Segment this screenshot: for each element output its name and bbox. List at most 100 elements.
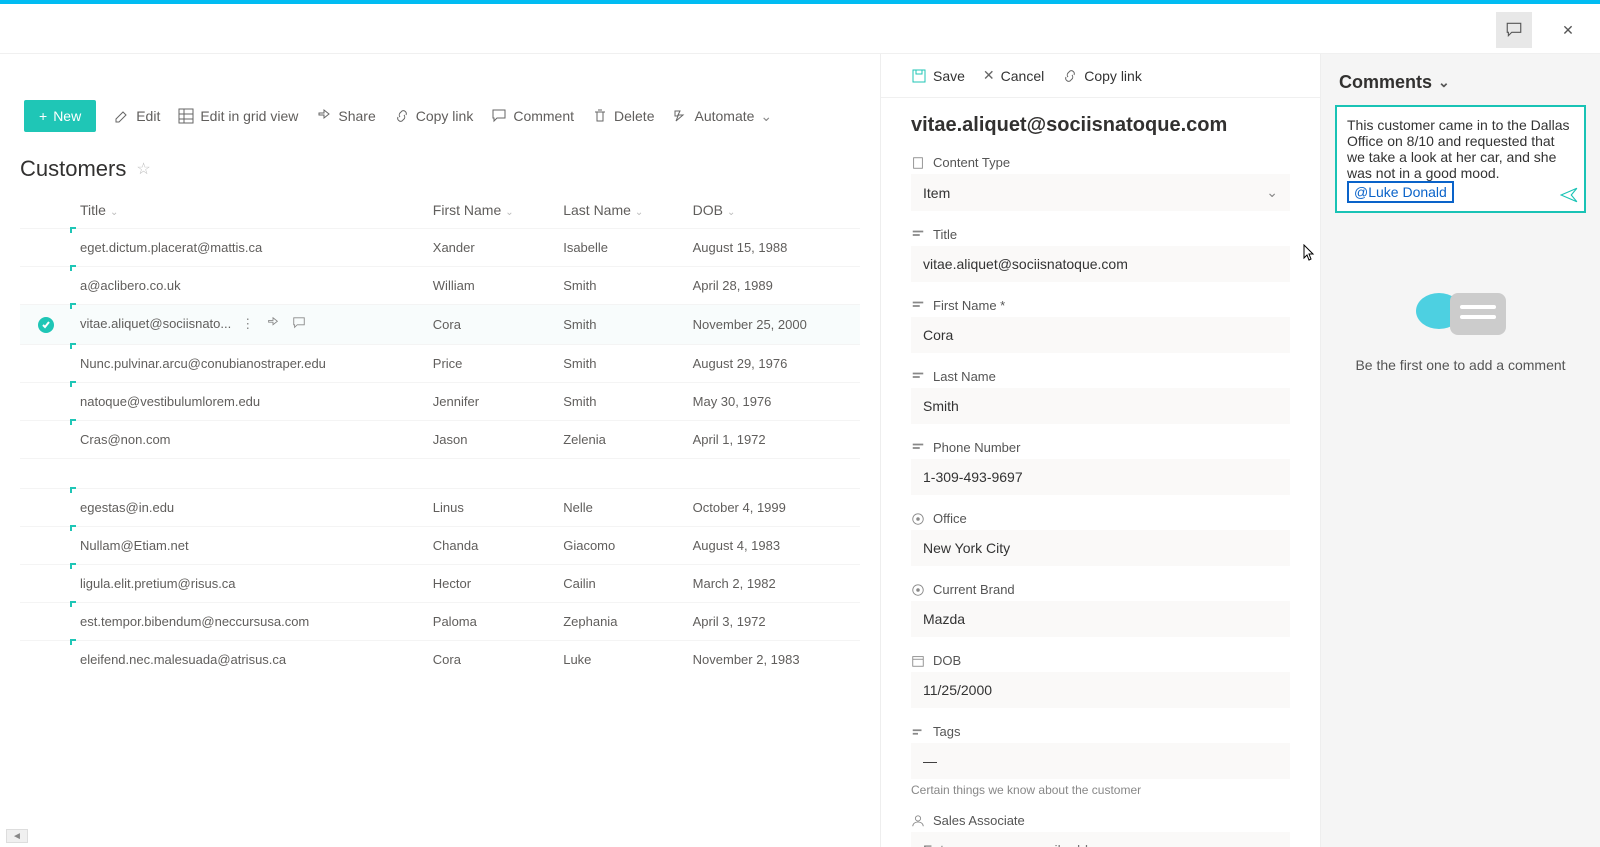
last-name-input[interactable] <box>911 388 1290 424</box>
hscroll-left-button[interactable]: ◄ <box>6 829 28 843</box>
comments-toggle-button[interactable] <box>1496 12 1532 48</box>
share-label: Share <box>338 108 375 124</box>
command-bar: + New Edit Edit in grid view Share Copy … <box>20 94 860 138</box>
copylink-panel-button[interactable]: Copy link <box>1062 68 1142 84</box>
tags-icon <box>911 725 925 739</box>
col-last[interactable]: Last Name⌄ <box>555 188 684 229</box>
table-row[interactable]: egestas@in.eduLinusNelleOctober 4, 1999 <box>20 489 860 527</box>
col-first[interactable]: First Name⌄ <box>425 188 555 229</box>
comment-input[interactable]: This customer came in to the Dallas Offi… <box>1335 105 1586 213</box>
comments-heading: Comments ⌄ <box>1339 72 1450 93</box>
text-icon <box>911 370 925 384</box>
calendar-icon <box>911 654 925 668</box>
new-indicator-icon <box>70 303 76 309</box>
new-indicator-icon <box>70 381 76 387</box>
grid-icon <box>178 108 194 124</box>
table-row[interactable]: eleifend.nec.malesuada@atrisus.caCoraLuk… <box>20 641 860 679</box>
title-input[interactable] <box>911 246 1290 282</box>
copylink-panel-label: Copy link <box>1084 68 1142 84</box>
phone-input[interactable] <box>911 459 1290 495</box>
text-icon <box>911 228 925 242</box>
new-indicator-icon <box>70 601 76 607</box>
new-indicator-icon <box>70 343 76 349</box>
delete-button[interactable]: Delete <box>592 108 654 124</box>
chevron-down-icon: ⌄ <box>635 207 643 218</box>
comment-label: Comment <box>513 108 574 124</box>
content-type-select[interactable]: Item ⌄ <box>911 174 1290 211</box>
assoc-input[interactable] <box>911 832 1290 847</box>
select-all-col[interactable] <box>20 188 72 229</box>
chevron-down-icon: ⌄ <box>505 207 513 218</box>
more-icon[interactable]: ⋮ <box>241 316 254 333</box>
choice-icon <box>911 512 925 526</box>
share-button[interactable]: Share <box>316 108 375 124</box>
edit-button[interactable]: Edit <box>114 108 160 124</box>
detail-panel: Save ✕ Cancel Copy link vitae.aliquet@so… <box>880 54 1320 847</box>
send-icon <box>1560 186 1578 204</box>
empty-text: Be the first one to add a comment <box>1355 357 1565 373</box>
new-indicator-icon <box>70 487 76 493</box>
table-row[interactable]: a@aclibero.co.ukWilliamSmithApril 28, 19… <box>20 267 860 305</box>
person-icon <box>911 814 925 828</box>
tags-input[interactable] <box>911 743 1290 779</box>
close-panel-button[interactable]: ✕ <box>1550 12 1586 48</box>
col-dob[interactable]: DOB⌄ <box>685 188 860 229</box>
automate-button[interactable]: Automate ⌄ <box>672 108 772 125</box>
tags-description: Certain things we know about the custome… <box>911 783 1290 797</box>
last-name-label: Last Name <box>933 369 996 384</box>
chevron-down-icon[interactable]: ⌄ <box>1438 74 1450 91</box>
dob-input[interactable] <box>911 672 1290 708</box>
table-row[interactable]: natoque@vestibulumlorem.eduJenniferSmith… <box>20 383 860 421</box>
new-indicator-icon <box>70 265 76 271</box>
doc-icon <box>911 156 925 170</box>
customers-table: Title⌄ First Name⌄ Last Name⌄ DOB⌄ eget.… <box>20 188 860 678</box>
table-row[interactable]: eget.dictum.placerat@mattis.caXanderIsab… <box>20 229 860 267</box>
comment-icon[interactable] <box>292 316 306 333</box>
panel-body: vitae.aliquet@sociisnatoque.com Content … <box>881 98 1320 847</box>
table-row[interactable]: vitae.aliquet@sociisnato...⋮CoraSmithNov… <box>20 305 860 345</box>
content-type-value: Item <box>923 185 950 201</box>
table-row[interactable]: ligula.elit.pretium@risus.caHectorCailin… <box>20 565 860 603</box>
assoc-label: Sales Associate <box>933 813 1025 828</box>
text-icon <box>911 441 925 455</box>
first-name-label: First Name * <box>933 298 1005 313</box>
save-label: Save <box>933 68 965 84</box>
brand-input[interactable] <box>911 601 1290 637</box>
panel-title: vitae.aliquet@sociisnatoque.com <box>911 114 1290 137</box>
new-indicator-icon <box>70 419 76 425</box>
send-button[interactable] <box>1560 186 1578 207</box>
mention-chip[interactable]: @Luke Donald <box>1347 181 1454 203</box>
empty-graphic <box>1416 293 1506 335</box>
new-button[interactable]: + New <box>24 100 96 132</box>
pencil-icon <box>114 108 130 124</box>
comment-button[interactable]: Comment <box>491 108 574 124</box>
new-indicator-icon <box>70 525 76 531</box>
chevron-down-icon: ⌄ <box>727 207 735 218</box>
chevron-down-icon: ⌄ <box>760 108 772 125</box>
brand-label: Current Brand <box>933 582 1015 597</box>
office-label: Office <box>933 511 967 526</box>
dob-label: DOB <box>933 653 961 668</box>
share-icon[interactable] <box>266 316 280 333</box>
phone-label: Phone Number <box>933 440 1020 455</box>
new-button-label: New <box>53 108 81 124</box>
office-input[interactable] <box>911 530 1290 566</box>
panel-toolbar: Save ✕ Cancel Copy link <box>881 54 1320 98</box>
copylink-label: Copy link <box>416 108 474 124</box>
table-row[interactable]: Nullam@Etiam.netChandaGiacomoAugust 4, 1… <box>20 527 860 565</box>
save-icon <box>911 68 927 84</box>
col-title[interactable]: Title⌄ <box>72 188 425 229</box>
cancel-button[interactable]: ✕ Cancel <box>983 67 1044 84</box>
copylink-button[interactable]: Copy link <box>394 108 474 124</box>
automate-label: Automate <box>694 108 754 124</box>
favorite-star-icon[interactable]: ☆ <box>136 159 150 179</box>
share-icon <box>316 108 332 124</box>
first-name-input[interactable] <box>911 317 1290 353</box>
save-button[interactable]: Save <box>911 68 965 84</box>
new-indicator-icon <box>70 227 76 233</box>
table-row[interactable]: Cras@non.comJasonZeleniaApril 1, 1972 <box>20 421 860 459</box>
table-row[interactable]: est.tempor.bibendum@neccursusa.comPaloma… <box>20 603 860 641</box>
suite-bar <box>0 4 1600 54</box>
table-row[interactable]: Nunc.pulvinar.arcu@conubianostraper.eduP… <box>20 345 860 383</box>
grid-edit-button[interactable]: Edit in grid view <box>178 108 298 124</box>
